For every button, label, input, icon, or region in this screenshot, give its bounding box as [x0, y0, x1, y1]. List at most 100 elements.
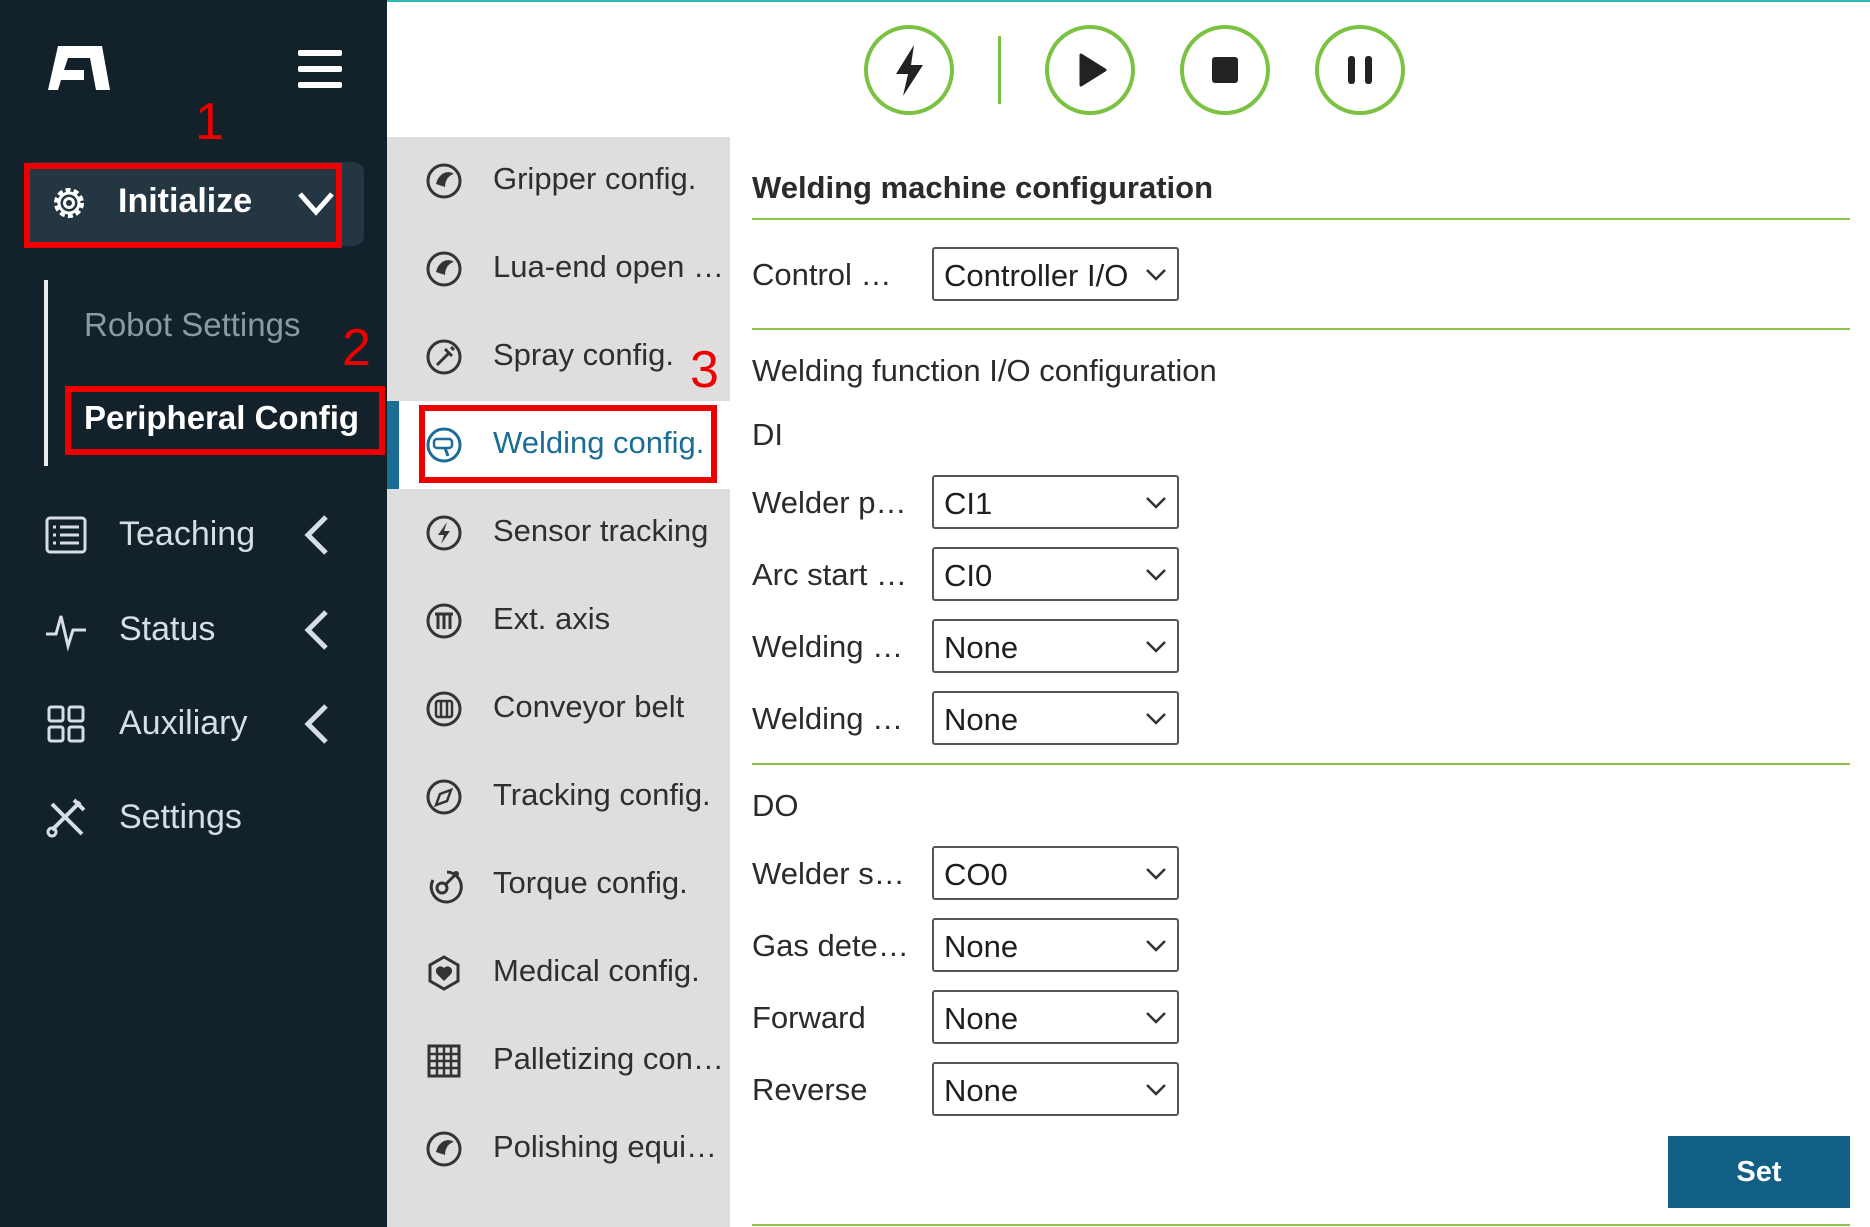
palletizing-icon [427, 1044, 461, 1078]
divider [752, 1224, 1850, 1226]
annotation-label-2: 2 [342, 319, 371, 377]
annotation-label-3: 3 [690, 341, 719, 399]
sidebar-item-teaching[interactable]: Teaching [0, 499, 387, 569]
sidebar-item-settings[interactable]: Settings [0, 782, 387, 852]
conveyor-icon [426, 691, 462, 727]
chevron-left-icon [304, 610, 328, 650]
top-accent-line [387, 0, 1870, 2]
menu-item-polishing-equipment[interactable]: Polishing equipment [387, 1105, 730, 1193]
reverse-select[interactable]: None [932, 1062, 1179, 1116]
menu-item-label: Sensor tracking [493, 513, 709, 548]
divider [752, 218, 1850, 220]
welding-ready-select[interactable]: None [932, 619, 1179, 673]
sidebar-item-auxiliary[interactable]: Auxiliary [0, 688, 387, 758]
chevron-down-icon [1146, 1084, 1166, 1096]
annotation-box-2 [65, 386, 385, 455]
menu-item-label: Lua-end open protocol [493, 249, 725, 284]
arc-start-select[interactable]: CI0 [932, 547, 1179, 601]
form-title: Welding machine configuration [752, 170, 1214, 205]
annotation-box-1 [24, 163, 342, 248]
submenu-indicator-line [44, 280, 48, 466]
forward-select[interactable]: None [932, 990, 1179, 1044]
hamburger-icon[interactable] [298, 50, 342, 88]
welder-power-select[interactable]: CI1 [932, 475, 1179, 529]
sidebar-item-status[interactable]: Status [0, 594, 387, 664]
menu-item-label: Tracking config. [493, 777, 711, 812]
field-label: Welding wire [752, 701, 912, 736]
menu-item-label: Medical config. [493, 953, 700, 988]
enable-button[interactable] [864, 25, 954, 115]
polishing-icon [426, 1131, 462, 1167]
pause-button[interactable] [1315, 25, 1405, 115]
field-label: Arc start success [752, 557, 912, 592]
chevron-down-icon [1146, 1012, 1166, 1024]
chevron-down-icon [1146, 497, 1166, 509]
field-label: Control mode [752, 257, 912, 292]
welding-config-panel: Welding machine configuration Control mo… [730, 137, 1870, 1227]
list-icon [45, 516, 87, 554]
field-label: Welder power [752, 485, 912, 520]
select-value: None [944, 1001, 1019, 1036]
menu-item-label: Conveyor belt [493, 689, 685, 724]
field-label: Gas detection [752, 928, 912, 963]
menu-item-label: Palletizing config. [493, 1041, 725, 1076]
select-value: CI1 [944, 486, 993, 521]
select-value: CI0 [944, 558, 993, 593]
select-value: None [944, 1073, 1019, 1108]
sidebar-item-label: Status [119, 610, 216, 648]
chevron-down-icon [1146, 269, 1166, 281]
field-label: Welder start [752, 856, 912, 891]
welding-wire-select[interactable]: None [932, 691, 1179, 745]
menu-item-gripper-config[interactable]: Gripper config. [387, 137, 730, 225]
tracking-icon [426, 779, 462, 815]
stop-icon [1212, 57, 1238, 83]
chevron-left-icon [304, 515, 328, 555]
gas-detection-select[interactable]: None [932, 918, 1179, 972]
divider [752, 328, 1850, 330]
menu-item-torque-config[interactable]: Torque config. [387, 841, 730, 929]
menu-item-label: Polishing equipment [493, 1129, 725, 1164]
stop-button[interactable] [1180, 25, 1270, 115]
annotation-label-1: 1 [195, 93, 224, 151]
menu-item-spray-config[interactable]: Spray config. [387, 313, 730, 401]
do-heading: DO [752, 788, 799, 823]
sensor-icon [426, 515, 462, 551]
ext-axis-icon [426, 603, 462, 639]
sidebar-item-robot-settings[interactable]: Robot Settings [84, 306, 300, 344]
menu-item-sensor-tracking[interactable]: Sensor tracking [387, 489, 730, 577]
control-mode-select[interactable]: Controller I/O [932, 247, 1179, 301]
gripper-icon [426, 163, 462, 199]
run-button[interactable] [1045, 25, 1135, 115]
divider [752, 763, 1850, 765]
spray-icon [426, 339, 462, 375]
menu-item-palletizing-config[interactable]: Palletizing config. [387, 1017, 730, 1105]
select-value: CO0 [944, 857, 1008, 892]
select-value: None [944, 630, 1019, 665]
sidebar-item-label: Settings [119, 798, 242, 836]
grid-icon [47, 705, 85, 743]
menu-item-label: Spray config. [493, 337, 674, 372]
peripheral-menu: Gripper config. Lua-end open protocol Sp… [387, 137, 730, 1227]
select-value: None [944, 702, 1019, 737]
toolbar-separator [998, 36, 1001, 104]
menu-item-medical-config[interactable]: Medical config. [387, 929, 730, 1017]
chevron-down-icon [1146, 569, 1166, 581]
chevron-down-icon [1146, 641, 1166, 653]
menu-item-ext-axis[interactable]: Ext. axis [387, 577, 730, 665]
chevron-down-icon [1146, 940, 1166, 952]
annotation-box-3 [419, 405, 717, 483]
lua-end-icon [426, 251, 462, 287]
sidebar-item-label: Auxiliary [119, 704, 248, 742]
menu-item-lua-end[interactable]: Lua-end open protocol [387, 225, 730, 313]
io-config-heading: Welding function I/O configuration [752, 353, 1217, 388]
welder-start-select[interactable]: CO0 [932, 846, 1179, 900]
menu-item-conveyor-belt[interactable]: Conveyor belt [387, 665, 730, 753]
field-label: Forward [752, 1000, 866, 1035]
play-icon [1079, 53, 1107, 87]
chevron-left-icon [304, 704, 328, 744]
set-button[interactable]: Set [1668, 1136, 1850, 1208]
select-value: None [944, 929, 1019, 964]
menu-item-tracking-config[interactable]: Tracking config. [387, 753, 730, 841]
chevron-down-icon [1146, 713, 1166, 725]
pause-icon [1348, 56, 1372, 84]
